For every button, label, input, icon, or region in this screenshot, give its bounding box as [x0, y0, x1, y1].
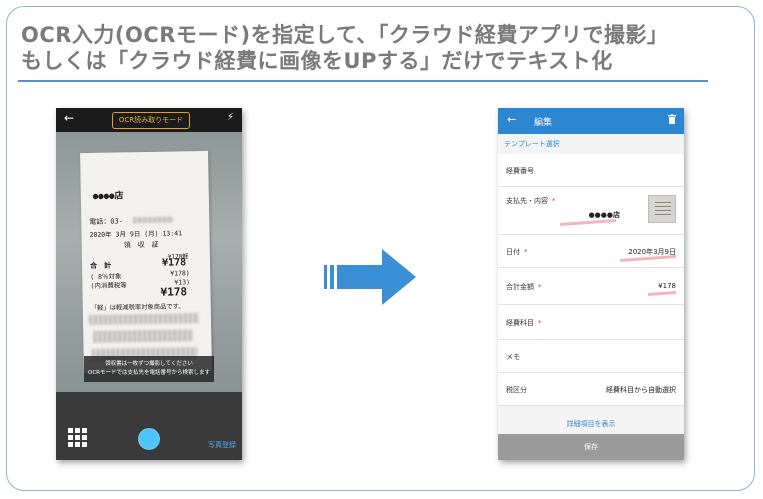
camera-hint-line-1: 領収書は一枚ずつ撮影してください: [105, 361, 193, 367]
edit-title: 編集: [534, 118, 553, 128]
receipt-blur: [88, 313, 200, 326]
edit-app-bar: ← 編集: [498, 108, 684, 134]
back-arrow-icon[interactable]: ←: [64, 111, 74, 125]
photo-register-button[interactable]: 写真登録: [208, 440, 236, 450]
field-tax-category[interactable]: 税区分 経費科目から自動選択: [498, 373, 684, 406]
field-account-item[interactable]: 経費科目 *: [498, 305, 684, 340]
camera-hint-line-2: OCRモードでは支払先を電話番号から検索します: [88, 370, 210, 376]
field-value: 経費科目から自動選択: [606, 386, 676, 394]
receipt-title: 領 収 証: [123, 240, 159, 250]
camera-bottom-bar: 写真登録: [56, 392, 242, 460]
save-button[interactable]: 保存: [498, 434, 684, 460]
field-label: 経費番号: [506, 167, 534, 175]
template-select-link[interactable]: テンプレート選択: [504, 139, 560, 149]
headline-line-1: OCR入力(OCRモード)を指定して、「クラウド経費アプリで撮影」: [21, 23, 669, 47]
field-value: ¥178: [658, 282, 676, 290]
gallery-grid-icon[interactable]: [68, 428, 88, 448]
show-details-link[interactable]: 詳細項目を表示: [498, 416, 684, 432]
shutter-button[interactable]: [138, 428, 160, 450]
ocr-highlight: [647, 291, 677, 296]
field-memo[interactable]: メモ: [498, 340, 684, 373]
receipt-tax-target-value: ¥178): [170, 269, 190, 278]
required-mark: *: [538, 319, 542, 327]
required-mark: *: [524, 248, 528, 256]
receipt-total-label: 合 計: [89, 261, 112, 270]
field-label: 日付 *: [506, 248, 528, 256]
field-label: メモ: [506, 353, 520, 361]
receipt-shop: ●●●●店: [92, 191, 124, 202]
receipt-big-total: ¥178: [160, 285, 188, 299]
required-mark: *: [552, 197, 556, 205]
receipt-tax-label: (内消費税等: [90, 281, 127, 290]
headline: OCR入力(OCRモード)を指定して、「クラウド経費アプリで撮影」 もしくは「ク…: [21, 22, 711, 74]
ocr-mode-button[interactable]: OCR読み取りモード: [112, 112, 190, 129]
camera-screen: ← OCR読み取りモード ⚡︎ ●●●●店 電話：03- 2020年 3月 9日…: [56, 108, 242, 460]
trash-icon[interactable]: [668, 114, 676, 124]
receipt-note: 「軽」は軽減税率対象商品です。: [90, 303, 185, 312]
required-mark: *: [538, 283, 542, 291]
receipt-photo: ●●●●店 電話：03- 2020年 3月 9日 (月) 13:41 領 収 証…: [80, 150, 212, 374]
edit-screen: ← 編集 テンプレート選択 経費番号 支払先・内容 * ●●●●店 日付 * 202…: [498, 108, 684, 460]
field-label: 経費科目 *: [506, 319, 542, 327]
camera-viewfinder: ●●●●店 電話：03- 2020年 3月 9日 (月) 13:41 領 収 証…: [56, 132, 242, 392]
camera-hint: 領収書は一枚ずつ撮影してください OCRモードでは支払先を電話番号から検索します: [84, 356, 214, 382]
back-arrow-icon[interactable]: ←: [507, 113, 516, 126]
field-label: 支払先・内容 *: [506, 197, 556, 205]
right-arrow-icon: [324, 249, 416, 305]
receipt-datetime: 2020年 3月 9日 (月) 13:41: [89, 229, 183, 239]
field-expense-number[interactable]: 経費番号: [498, 154, 684, 187]
receipt-phone: 電話：03-: [89, 217, 124, 226]
ocr-highlight: [559, 219, 617, 226]
headline-underline: [18, 80, 708, 82]
field-label: 税区分: [506, 386, 527, 394]
field-label: 合計金額 *: [506, 283, 542, 291]
headline-line-2: もしくは「クラウド経費に画像をUPする」だけでテキスト化: [21, 49, 613, 73]
field-total-amount[interactable]: 合計金額 * ¥178: [498, 268, 684, 305]
receipt-blur: [93, 329, 194, 343]
receipt-blur: [133, 216, 174, 224]
receipt-total-value: ¥178: [161, 257, 187, 269]
receipt-thumbnail[interactable]: [648, 195, 676, 223]
field-payee[interactable]: 支払先・内容 * ●●●●店: [498, 187, 684, 235]
camera-top-bar: ← OCR読み取りモード ⚡︎: [56, 108, 242, 132]
flash-off-icon[interactable]: ⚡︎: [227, 112, 234, 123]
field-date[interactable]: 日付 * 2020年3月9日: [498, 235, 684, 268]
